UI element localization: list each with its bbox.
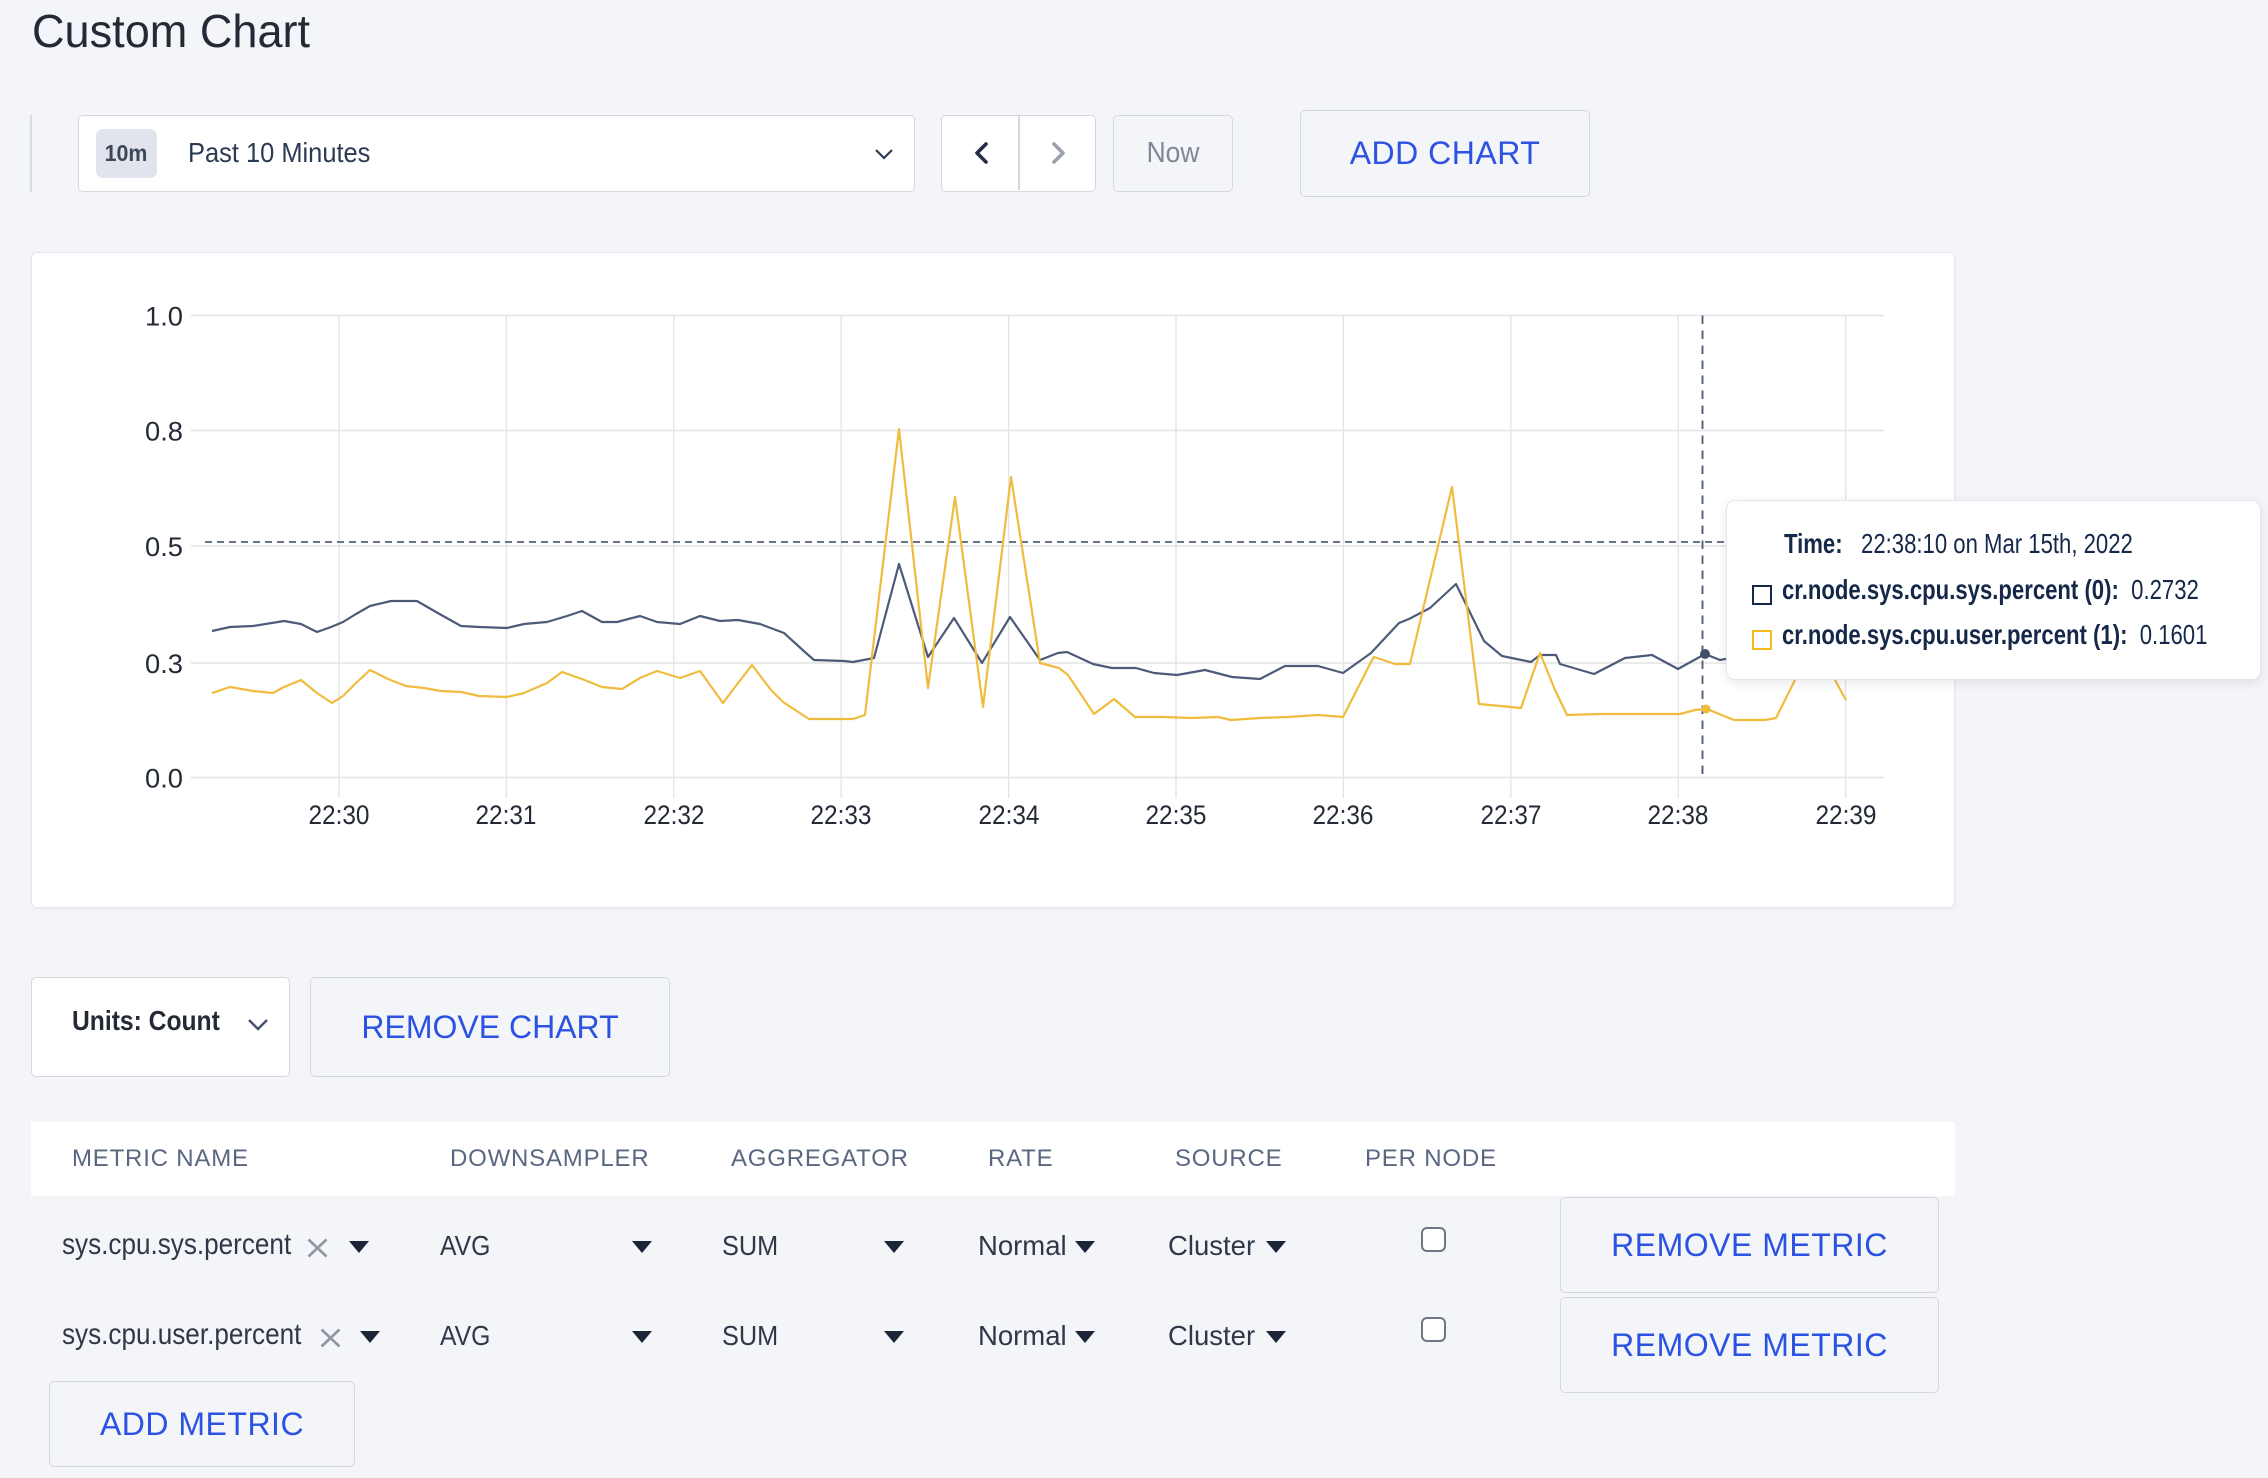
svg-text:22:32: 22:32 <box>644 800 705 830</box>
svg-text:0.8: 0.8 <box>145 417 183 447</box>
svg-text:22:37: 22:37 <box>1481 800 1542 830</box>
svg-text:22:30: 22:30 <box>309 800 370 830</box>
svg-text:0.5: 0.5 <box>145 532 183 562</box>
svg-text:22:34: 22:34 <box>979 800 1040 830</box>
svg-text:22:35: 22:35 <box>1146 800 1207 830</box>
svg-text:22:33: 22:33 <box>811 800 872 830</box>
svg-text:22:38: 22:38 <box>1648 800 1709 830</box>
svg-text:22:31: 22:31 <box>476 800 537 830</box>
svg-text:0.0: 0.0 <box>145 764 183 794</box>
svg-text:0.3: 0.3 <box>145 649 183 679</box>
svg-text:1.0: 1.0 <box>145 302 183 332</box>
svg-text:22:39: 22:39 <box>1816 800 1877 830</box>
svg-text:22:36: 22:36 <box>1313 800 1374 830</box>
